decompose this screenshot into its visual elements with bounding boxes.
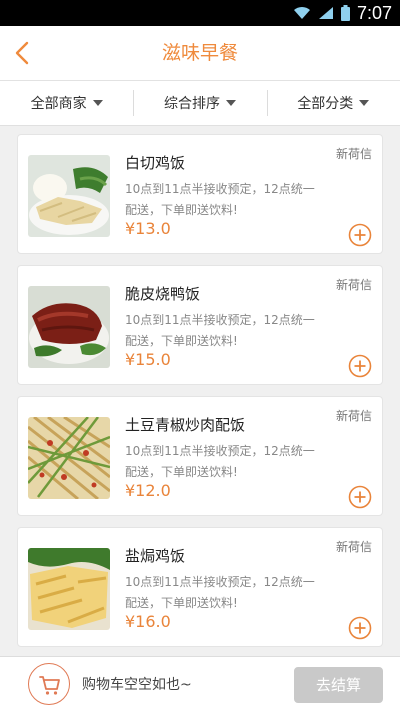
merchant-name: 新荷信 bbox=[335, 147, 372, 161]
cart-empty-text: 购物车空空如也~ bbox=[82, 677, 192, 693]
filter-label: 全部分类 bbox=[297, 96, 354, 112]
product-price: ¥12.0 bbox=[125, 481, 171, 500]
description-line: 10点到11点半接收预定，12点统一 bbox=[125, 575, 315, 589]
signal-icon bbox=[318, 7, 333, 19]
description-line: 10点到11点半接收预定，12点统一 bbox=[125, 182, 315, 196]
product-description: 10点到11点半接收预定，12点统一 配送，下单即送饮料! bbox=[125, 441, 340, 483]
description-line: 配送，下单即送饮料! bbox=[125, 596, 238, 610]
product-image bbox=[28, 286, 110, 368]
product-description: 10点到11点半接收预定，12点统一 配送，下单即送饮料! bbox=[125, 310, 340, 352]
app-header: 滋味早餐 bbox=[0, 26, 400, 81]
product-image bbox=[28, 155, 110, 237]
filter-merchant-dropdown[interactable]: 全部商家 bbox=[0, 81, 133, 125]
add-to-cart-icon[interactable] bbox=[348, 354, 372, 378]
filter-sort-dropdown[interactable]: 综合排序 bbox=[133, 81, 266, 125]
product-description: 10点到11点半接收预定，12点统一 配送，下单即送饮料! bbox=[125, 179, 340, 221]
product-card[interactable]: 白切鸡饭 新荷信 10点到11点半接收预定，12点统一 配送，下单即送饮料! ¥… bbox=[17, 134, 383, 254]
product-price: ¥16.0 bbox=[125, 612, 171, 631]
filter-bar: 全部商家 综合排序 全部分类 bbox=[0, 81, 400, 126]
caret-down-icon bbox=[225, 100, 236, 106]
filter-category-dropdown[interactable]: 全部分类 bbox=[266, 81, 400, 125]
caret-down-icon bbox=[359, 100, 370, 106]
cart-bar: 购物车空空如也~ 去结算 bbox=[0, 656, 400, 712]
product-name: 盐焗鸡饭 bbox=[125, 547, 186, 565]
add-to-cart-icon[interactable] bbox=[348, 223, 372, 247]
product-name: 白切鸡饭 bbox=[125, 154, 186, 172]
product-card[interactable]: 脆皮烧鸭饭 新荷信 10点到11点半接收预定，12点统一 配送，下单即送饮料! … bbox=[17, 265, 383, 385]
filter-label: 全部商家 bbox=[30, 96, 87, 112]
battery-icon bbox=[340, 5, 350, 21]
status-bar: 7:07 bbox=[0, 0, 400, 26]
product-image bbox=[28, 548, 110, 630]
add-to-cart-icon[interactable] bbox=[348, 616, 372, 640]
product-price: ¥13.0 bbox=[125, 219, 171, 238]
merchant-name: 新荷信 bbox=[335, 409, 372, 423]
description-line: 10点到11点半接收预定，12点统一 bbox=[125, 444, 315, 458]
shopping-cart-icon bbox=[39, 676, 60, 695]
description-line: 配送，下单即送饮料! bbox=[125, 334, 238, 348]
product-list[interactable]: 白切鸡饭 新荷信 10点到11点半接收预定，12点统一 配送，下单即送饮料! ¥… bbox=[0, 126, 400, 656]
status-time: 7:07 bbox=[356, 3, 392, 23]
product-description: 10点到11点半接收预定，12点统一 配送，下单即送饮料! bbox=[125, 572, 340, 614]
product-price: ¥15.0 bbox=[125, 350, 171, 369]
caret-down-icon bbox=[92, 100, 103, 106]
product-card[interactable]: 盐焗鸡饭 新荷信 10点到11点半接收预定，12点统一 配送，下单即送饮料! ¥… bbox=[17, 527, 383, 647]
description-line: 配送，下单即送饮料! bbox=[125, 465, 238, 479]
product-card[interactable]: 土豆青椒炒肉配饭 新荷信 10点到11点半接收预定，12点统一 配送，下单即送饮… bbox=[17, 396, 383, 516]
checkout-button[interactable]: 去结算 bbox=[294, 667, 383, 703]
page-title: 滋味早餐 bbox=[161, 42, 238, 64]
wifi-icon bbox=[293, 6, 310, 19]
description-line: 配送，下单即送饮料! bbox=[125, 203, 238, 217]
product-name: 土豆青椒炒肉配饭 bbox=[125, 416, 246, 434]
description-line: 10点到11点半接收预定，12点统一 bbox=[125, 313, 315, 327]
merchant-name: 新荷信 bbox=[335, 540, 372, 554]
product-image bbox=[28, 417, 110, 499]
add-to-cart-icon[interactable] bbox=[348, 485, 372, 509]
product-name: 脆皮烧鸭饭 bbox=[125, 285, 201, 303]
cart-button[interactable] bbox=[28, 663, 70, 705]
merchant-name: 新荷信 bbox=[335, 278, 372, 292]
filter-label: 综合排序 bbox=[163, 96, 220, 112]
